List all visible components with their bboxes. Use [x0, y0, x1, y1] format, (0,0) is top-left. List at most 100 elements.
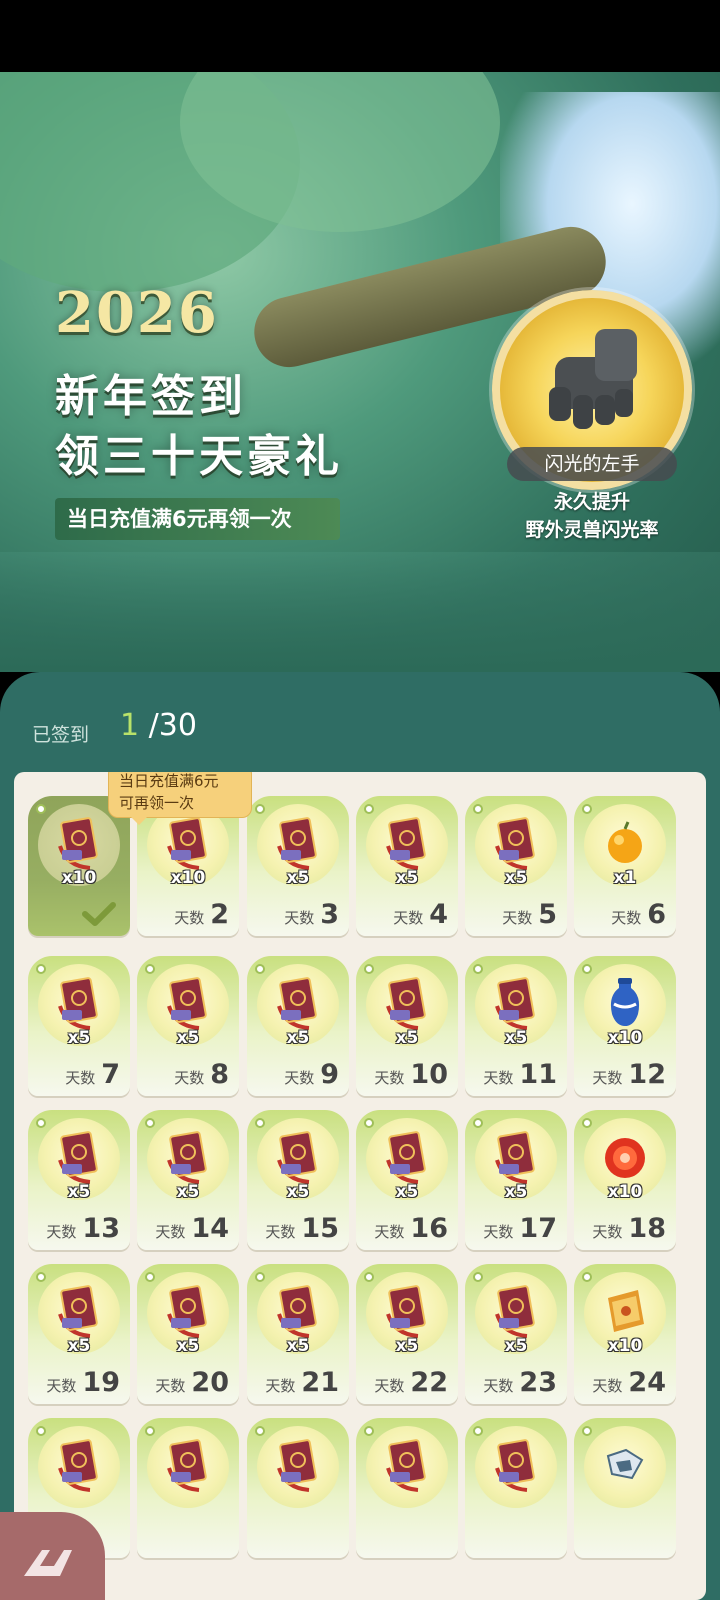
book-icon	[493, 1284, 539, 1338]
day-caption: 天数	[374, 1069, 405, 1087]
item-quantity: x5	[504, 1182, 528, 1202]
reward-card[interactable]: x5 天数 4	[356, 796, 458, 936]
reward-card[interactable]: x1 天数 6	[574, 796, 676, 936]
vase-icon	[602, 976, 648, 1030]
day-number: 15	[301, 1213, 339, 1244]
day-caption: 天数	[502, 909, 533, 927]
featured-reward-desc: 野外灵兽闪光率	[525, 519, 659, 541]
reward-card[interactable]: x10 天数 18	[574, 1110, 676, 1250]
reward-card[interactable]	[137, 1418, 239, 1558]
day-label: 天数 6	[611, 899, 666, 930]
reward-card[interactable]	[574, 1418, 676, 1558]
day-label: 天数 18	[592, 1213, 666, 1244]
card-pin	[582, 1272, 592, 1282]
book-icon	[56, 816, 102, 870]
reward-card[interactable]	[247, 1418, 349, 1558]
reward-card[interactable]: x10 天数 24	[574, 1264, 676, 1404]
stone-fist-icon	[549, 329, 637, 429]
day-number: 22	[410, 1367, 448, 1398]
pond	[0, 552, 720, 672]
day-caption: 天数	[611, 909, 642, 927]
item-quantity: x5	[504, 868, 528, 888]
day-label: 天数 20	[155, 1367, 229, 1398]
day-label: 天数 9	[284, 1059, 339, 1090]
checkmark-icon	[82, 902, 116, 926]
item-quantity: x5	[176, 1336, 200, 1356]
book-icon	[56, 1130, 102, 1184]
checkin-label: 已签到	[32, 724, 90, 746]
day-caption: 天数	[155, 1223, 186, 1241]
item-quantity: x1	[613, 868, 637, 888]
reward-card[interactable]: x5 天数 9	[247, 956, 349, 1096]
book-icon	[275, 1130, 321, 1184]
reward-card[interactable]: x5 天数 23	[465, 1264, 567, 1404]
card-pin	[364, 804, 374, 814]
day-label: 天数 15	[265, 1213, 339, 1244]
card-pin	[36, 964, 46, 974]
book-icon	[493, 1438, 539, 1492]
item-quantity: x10	[170, 868, 206, 888]
item-quantity: x5	[395, 1182, 419, 1202]
day-caption: 天数	[374, 1377, 405, 1395]
reward-card[interactable]: x5 天数 20	[137, 1264, 239, 1404]
reward-card[interactable]: x5 天数 5	[465, 796, 567, 936]
day-caption: 天数	[374, 1223, 405, 1241]
day-number: 23	[519, 1367, 557, 1398]
reward-card[interactable]: x5 天数 13	[28, 1110, 130, 1250]
reward-card[interactable]	[465, 1418, 567, 1558]
checkin-total: /30	[148, 708, 197, 743]
reward-card[interactable]: x5 天数 11	[465, 956, 567, 1096]
reward-card[interactable]: x5 天数 7	[28, 956, 130, 1096]
day-caption: 天数	[592, 1069, 623, 1087]
item-quantity: x5	[67, 1028, 91, 1048]
day-label: 天数 17	[483, 1213, 557, 1244]
reward-card[interactable]: x5 天数 3	[247, 796, 349, 936]
reward-card[interactable]: x5 天数 21	[247, 1264, 349, 1404]
reward-card[interactable]: x5 天数 22	[356, 1264, 458, 1404]
card-pin	[255, 1272, 265, 1282]
book-icon	[275, 816, 321, 870]
day-caption: 天数	[65, 1069, 96, 1087]
day-label: 天数 12	[592, 1059, 666, 1090]
day-caption: 天数	[284, 1069, 315, 1087]
reward-card[interactable]: x5 天数 14	[137, 1110, 239, 1250]
day-number: 21	[301, 1367, 339, 1398]
reward-card[interactable]: x5 天数 15	[247, 1110, 349, 1250]
day-number: 5	[538, 899, 557, 930]
reward-card[interactable]: x5 天数 16	[356, 1110, 458, 1250]
book-icon	[165, 976, 211, 1030]
reward-card[interactable]	[356, 1418, 458, 1558]
day-caption: 天数	[284, 909, 315, 927]
book-icon	[493, 816, 539, 870]
item-quantity: x10	[61, 868, 97, 888]
day-label: 天数 5	[502, 899, 557, 930]
day-number: 7	[101, 1059, 120, 1090]
day-label: 天数 10	[374, 1059, 448, 1090]
reward-card[interactable]: x5 天数 8	[137, 956, 239, 1096]
day-number: 18	[628, 1213, 666, 1244]
reward-card[interactable]: x5 天数 19	[28, 1264, 130, 1404]
reward-card[interactable]: x10 天数 12	[574, 956, 676, 1096]
card-pin	[582, 1118, 592, 1128]
tooltip-line: 当日充值满6元	[119, 772, 219, 790]
reward-grid: x10 x10 天数 2 x5 天数 3 x5 天数 4 x5 天数 5 x1 天数 6 x5 天数 7 x5 天数 8 x…	[14, 772, 706, 1600]
recharge-tooltip: 当日充值满6元 可再领一次	[108, 772, 252, 825]
day-label: 天数 13	[46, 1213, 120, 1244]
day-number: 16	[410, 1213, 448, 1244]
reward-card[interactable]: x5 天数 17	[465, 1110, 567, 1250]
day-label: 天数 22	[374, 1367, 448, 1398]
day-number: 8	[210, 1059, 229, 1090]
side-menu-button[interactable]	[0, 1512, 105, 1600]
day-number: 6	[647, 899, 666, 930]
book-icon	[56, 1438, 102, 1492]
day-number: 24	[628, 1367, 666, 1398]
day-number: 2	[210, 899, 229, 930]
item-quantity: x5	[395, 1336, 419, 1356]
reward-card[interactable]: x5 天数 10	[356, 956, 458, 1096]
day-number: 12	[628, 1059, 666, 1090]
item-quantity: x5	[286, 1336, 310, 1356]
item-quantity: x5	[286, 1028, 310, 1048]
tooltip-line: 可再领一次	[119, 794, 195, 812]
card-pin	[255, 964, 265, 974]
banner-title-line1: 新年签到	[55, 371, 247, 422]
